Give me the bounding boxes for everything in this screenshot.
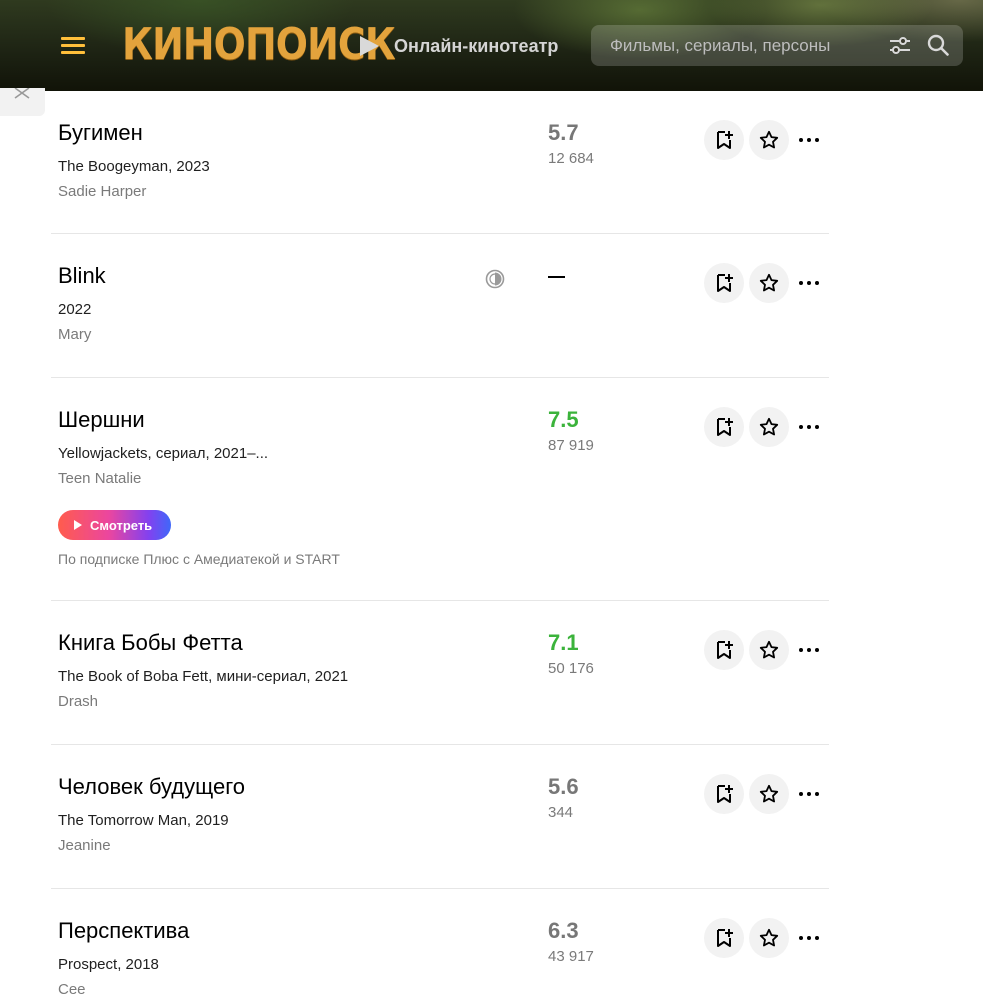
- film-votes: 50 176: [548, 660, 594, 677]
- bookmark-plus-icon: [717, 785, 733, 803]
- filter-icon[interactable]: [889, 36, 911, 56]
- bookmark-plus-icon: [717, 641, 733, 659]
- list-item: Blink 2022 Mary: [51, 234, 829, 378]
- more-icon[interactable]: [798, 135, 822, 145]
- subscription-note: По подписке Плюс с Амедиатекой и START: [58, 551, 340, 567]
- film-rating: 5.7: [548, 120, 579, 145]
- film-role: Jeanine: [58, 837, 111, 854]
- film-title[interactable]: Blink: [58, 263, 106, 289]
- add-to-folder-button[interactable]: [704, 407, 744, 447]
- search-input[interactable]: [610, 33, 862, 58]
- bookmark-plus-icon: [717, 929, 733, 947]
- bookmark-plus-icon: [717, 418, 733, 436]
- bookmark-plus-icon: [717, 274, 733, 292]
- list-item: Книга Бобы Фетта The Book of Boba Fett, …: [51, 601, 829, 745]
- search-icon[interactable]: [927, 34, 949, 56]
- list-item: Бугимен The Boogeyman, 2023 Sadie Harper…: [51, 91, 829, 234]
- no-rating-dash: [548, 276, 565, 278]
- film-original-info: The Tomorrow Man, 2019: [58, 812, 229, 829]
- film-title[interactable]: Шершни: [58, 407, 145, 433]
- film-original-info: 2022: [58, 301, 92, 318]
- film-title[interactable]: Книга Бобы Фетта: [58, 630, 243, 656]
- more-icon[interactable]: [798, 422, 822, 432]
- rate-button[interactable]: [749, 774, 789, 814]
- rate-button[interactable]: [749, 120, 789, 160]
- list-item: Шершни Yellowjackets, сериал, 2021–... T…: [51, 378, 829, 601]
- film-role: Drash: [58, 693, 99, 710]
- collapse-button[interactable]: [0, 88, 45, 116]
- star-icon: [759, 928, 779, 947]
- filmography-list: Бугимен The Boogeyman, 2023 Sadie Harper…: [51, 91, 829, 1008]
- star-icon: [759, 640, 779, 659]
- play-icon: [360, 36, 379, 56]
- film-rating: 5.6: [548, 774, 579, 799]
- star-icon: [759, 417, 779, 436]
- film-votes: 43 917: [548, 948, 594, 965]
- add-to-folder-button[interactable]: [704, 774, 744, 814]
- add-to-folder-button[interactable]: [704, 263, 744, 303]
- rate-button[interactable]: [749, 407, 789, 447]
- film-votes: 12 684: [548, 150, 594, 167]
- online-cinema-link[interactable]: Онлайн-кинотеатр: [360, 33, 558, 59]
- list-item: Перспектива Prospect, 2018 Cee 6.3 43 91…: [51, 889, 829, 1008]
- more-icon[interactable]: [798, 933, 822, 943]
- film-original-info: The Boogeyman, 2023: [58, 158, 210, 175]
- online-cinema-label: Онлайн-кинотеатр: [394, 35, 559, 56]
- star-icon: [759, 273, 779, 292]
- watch-button[interactable]: Смотреть: [58, 510, 171, 540]
- rate-button[interactable]: [749, 263, 789, 303]
- film-rating: 7.5: [548, 407, 579, 432]
- kinopoisk-logo[interactable]: КИНОПОИСК: [122, 19, 396, 71]
- bookmark-plus-icon: [717, 131, 733, 149]
- search-box: [591, 25, 963, 66]
- film-title[interactable]: Человек будущего: [58, 774, 245, 800]
- more-icon[interactable]: [798, 645, 822, 655]
- film-rating: 6.3: [548, 918, 579, 943]
- film-title[interactable]: Бугимен: [58, 120, 143, 146]
- film-original-info: The Book of Boba Fett, мини-сериал, 2021: [58, 668, 349, 685]
- film-original-info: Prospect, 2018: [58, 956, 159, 973]
- half-moon-icon: [485, 269, 505, 289]
- film-votes: 344: [548, 804, 574, 821]
- list-item: Человек будущего The Tomorrow Man, 2019 …: [51, 745, 829, 889]
- film-role: Cee: [58, 981, 86, 998]
- rate-button[interactable]: [749, 918, 789, 958]
- film-rating: 7.1: [548, 630, 579, 655]
- film-role: Teen Natalie: [58, 470, 142, 487]
- star-icon: [759, 784, 779, 803]
- site-header: КИНОПОИСК Онлайн-кинотеатр: [0, 0, 983, 91]
- watch-label: Смотреть: [90, 517, 153, 533]
- close-icon: [14, 88, 30, 99]
- more-icon[interactable]: [798, 278, 822, 288]
- more-icon[interactable]: [798, 789, 822, 799]
- film-role: Sadie Harper: [58, 183, 147, 200]
- film-title[interactable]: Перспектива: [58, 918, 189, 944]
- star-icon: [759, 130, 779, 149]
- menu-icon[interactable]: [61, 37, 85, 55]
- add-to-folder-button[interactable]: [704, 918, 744, 958]
- add-to-folder-button[interactable]: [704, 630, 744, 670]
- play-icon: [74, 520, 82, 530]
- film-original-info: Yellowjackets, сериал, 2021–...: [58, 445, 269, 462]
- add-to-folder-button[interactable]: [704, 120, 744, 160]
- film-votes: 87 919: [548, 437, 594, 454]
- rate-button[interactable]: [749, 630, 789, 670]
- film-role: Mary: [58, 326, 92, 343]
